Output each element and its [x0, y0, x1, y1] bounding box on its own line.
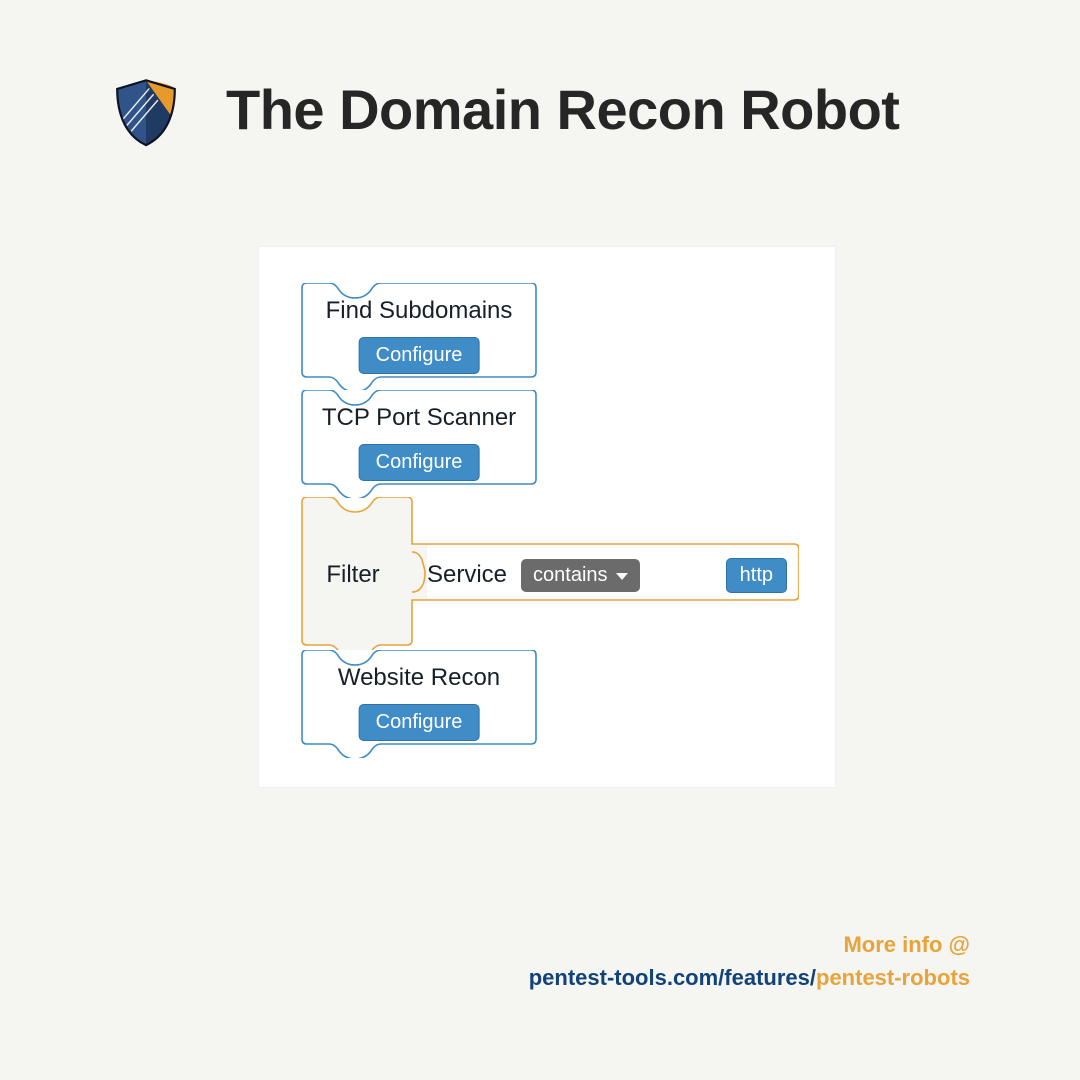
filter-operator-dropdown[interactable]: contains: [521, 559, 640, 592]
block-find-subdomains[interactable]: Find Subdomains Configure: [299, 283, 539, 391]
footer: More info @ pentest-tools.com/features/p…: [529, 928, 970, 994]
footer-link-highlight: pentest-robots: [816, 965, 970, 990]
filter-field-label: Service: [427, 561, 507, 589]
block-website-recon[interactable]: Website Recon Configure: [299, 650, 539, 758]
block-label: Website Recon: [299, 664, 539, 692]
filter-label: Filter: [313, 561, 393, 589]
footer-more-info: More info @: [529, 928, 970, 961]
chevron-down-icon: [616, 573, 628, 580]
footer-link[interactable]: pentest-tools.com/features/pentest-robot…: [529, 961, 970, 994]
block-label: TCP Port Scanner: [299, 404, 539, 432]
shield-logo-icon: [110, 76, 182, 148]
block-label: Find Subdomains: [299, 297, 539, 325]
robot-diagram-panel: Find Subdomains Configure TCP Port Scann…: [258, 246, 836, 788]
page-title: The Domain Recon Robot: [226, 77, 899, 142]
configure-button[interactable]: Configure: [359, 704, 480, 741]
filter-value-chip[interactable]: http: [726, 558, 787, 593]
configure-button[interactable]: Configure: [359, 444, 480, 481]
header: The Domain Recon Robot: [110, 70, 899, 148]
configure-button[interactable]: Configure: [359, 337, 480, 374]
block-filter[interactable]: Filter Service contains http: [299, 497, 799, 651]
filter-operator-label: contains: [533, 564, 608, 587]
footer-link-base: pentest-tools.com/features/: [529, 965, 816, 990]
block-tcp-port-scanner[interactable]: TCP Port Scanner Configure: [299, 390, 539, 498]
